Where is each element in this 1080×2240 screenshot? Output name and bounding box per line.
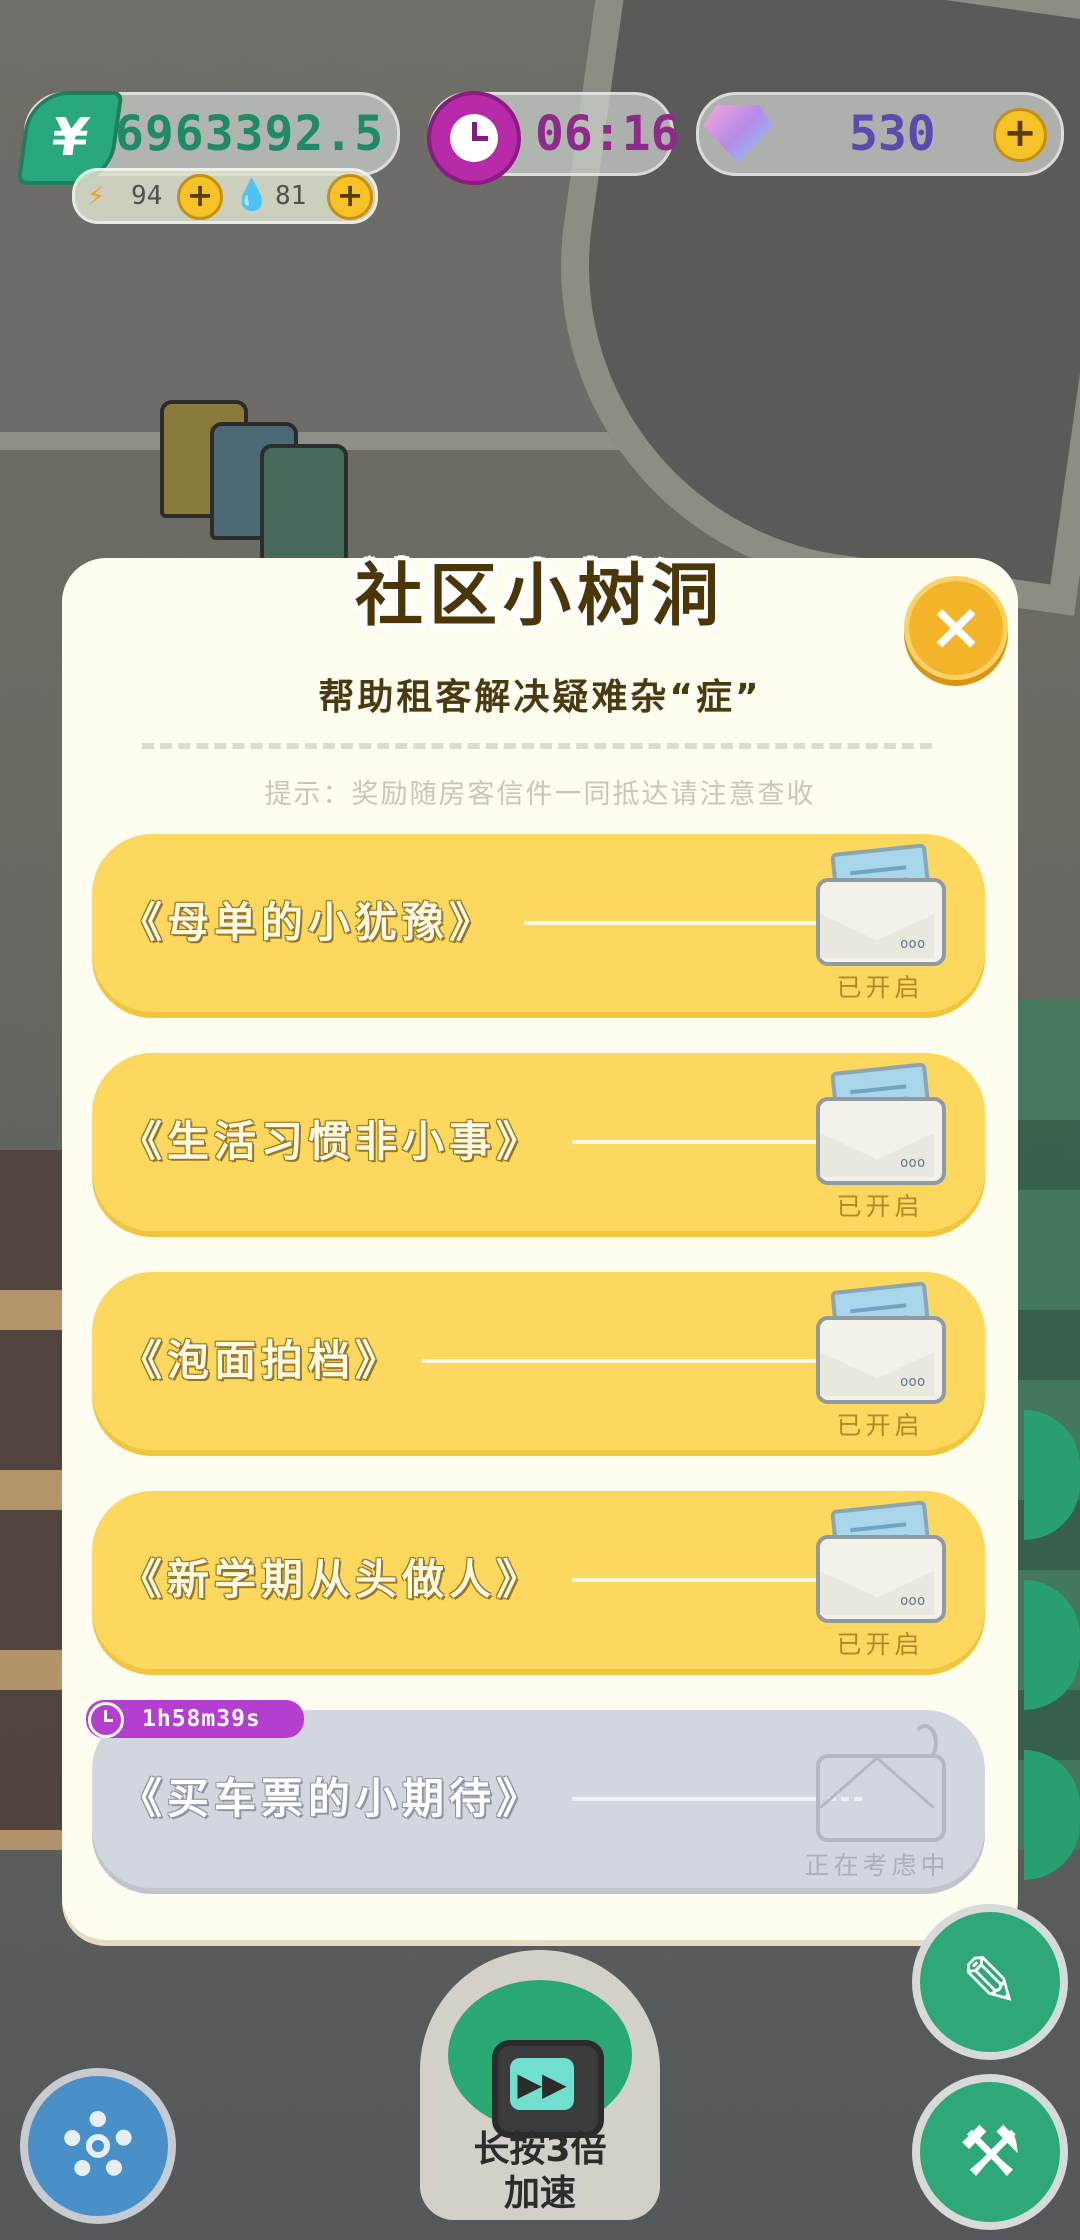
letter-card[interactable]: 《母单的小犹豫》 ooo 已开启 — [92, 834, 985, 1012]
gem-counter[interactable]: 530 + — [696, 92, 1064, 176]
add-energy-button[interactable]: + — [177, 174, 223, 220]
add-gems-button[interactable]: + — [993, 108, 1047, 162]
clock-icon — [427, 91, 521, 185]
money-value: 6963392.5 — [115, 106, 385, 162]
game-clock: 06:16 — [427, 91, 680, 185]
letter-progress-line — [422, 1359, 862, 1363]
dialog-subtitle: 帮助租客解决疑难杂“症” — [318, 677, 762, 718]
hint-text: 提示：奖励随房客信件一同抵达请注意查收 — [264, 779, 816, 810]
build-tools-button[interactable]: ⚒ — [912, 2074, 1068, 2230]
gem-icon — [695, 91, 781, 177]
letter-status: 正在考虑中 — [804, 1851, 950, 1880]
speed-up-button[interactable]: ▶▶ 长按3倍 加速 — [420, 1950, 660, 2220]
open-envelope-icon: ooo — [816, 1281, 946, 1404]
closed-envelope-icon — [816, 1724, 946, 1842]
letter-card[interactable]: 《新学期从头做人》 ooo 已开启 — [92, 1491, 985, 1669]
letter-title: 《生活习惯非小事》 — [120, 1117, 544, 1166]
close-button[interactable]: × — [904, 576, 1008, 680]
letter-card[interactable]: 《泡面拍档》 ooo 已开启 — [92, 1272, 985, 1450]
letter-title: 《新学期从头做人》 — [120, 1555, 544, 1604]
clock-icon — [88, 1702, 124, 1738]
letter-status: 已开启 — [836, 1411, 924, 1440]
divider — [142, 743, 932, 749]
resource-bar: ⚡ 94 + 💧 81 + — [72, 168, 378, 224]
water-drop-icon: 💧 — [233, 178, 271, 213]
open-envelope-icon: ooo — [816, 1062, 946, 1185]
speed-up-label: 长按3倍 加速 — [473, 2129, 607, 2214]
letter-title: 《母单的小犹豫》 — [120, 898, 497, 947]
open-envelope-icon: ooo — [816, 843, 946, 966]
gear-icon — [63, 2111, 133, 2181]
money-counter[interactable]: ¥ 6963392.5 — [16, 91, 400, 185]
countdown-badge: 1h58m39s — [86, 1700, 304, 1738]
gem-value: 530 — [849, 106, 936, 162]
energy-value: 94 — [131, 181, 163, 211]
hammer-wrench-icon: ⚒ — [958, 2111, 1022, 2193]
add-water-button[interactable]: + — [327, 174, 373, 220]
clock-value: 06:16 — [535, 106, 680, 162]
letter-title: 《泡面拍档》 — [120, 1336, 403, 1385]
letter-status: 已开启 — [836, 1192, 924, 1221]
lightning-icon: ⚡ — [87, 178, 106, 213]
background-building-left — [0, 1150, 70, 1850]
letter-progress-line — [524, 921, 862, 925]
letter-card[interactable]: 《生活习惯非小事》 ooo 已开启 — [92, 1053, 985, 1231]
letter-status: 已开启 — [836, 973, 924, 1002]
letter-progress-line — [572, 1797, 862, 1801]
settings-button[interactable] — [20, 2068, 176, 2224]
open-envelope-icon: ooo — [816, 1500, 946, 1623]
water-value: 81 — [275, 181, 307, 211]
countdown-value: 1h58m39s — [142, 1706, 261, 1732]
letter-progress-line — [572, 1578, 862, 1582]
edit-button[interactable]: ✎ — [912, 1904, 1068, 2060]
tv-fast-forward-icon: ▶▶ — [448, 1980, 632, 2138]
pen-icon: ✎ — [960, 1941, 1020, 2023]
letter-progress-line — [572, 1140, 862, 1144]
letter-status: 已开启 — [836, 1630, 924, 1659]
